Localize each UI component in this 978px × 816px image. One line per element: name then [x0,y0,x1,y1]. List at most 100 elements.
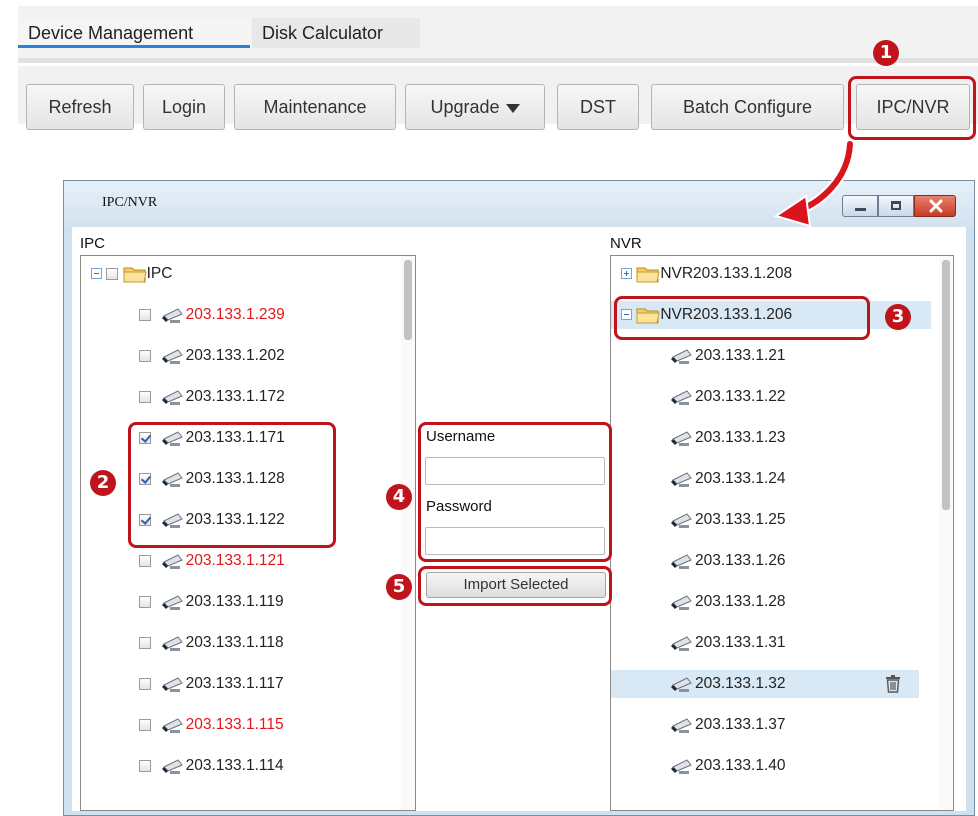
nvr-child-address: 203.133.1.23 [695,429,786,446]
ipc-list-item[interactable]: 203.133.1.121 [139,547,285,575]
folder-icon [636,265,660,283]
login-button[interactable]: Login [143,84,225,130]
nvr-label: NVR [610,235,642,252]
ipc-list-item[interactable]: 203.133.1.172 [139,383,285,411]
upgrade-label: Upgrade [430,97,500,117]
nvr-child-item[interactable]: 203.133.1.24 [611,465,919,493]
nvr-child-item[interactable]: 203.133.1.22 [611,383,919,411]
camera-icon [669,593,695,610]
dropdown-arrow-icon [505,103,520,113]
upgrade-button[interactable]: Upgrade [405,84,545,130]
camera-icon [669,388,695,405]
camera-icon [669,470,695,487]
callout-badge-4: 4 [386,484,412,510]
ipc-address: 203.133.1.117 [185,675,284,692]
ipc-list-item[interactable]: 203.133.1.119 [139,588,284,616]
checkbox[interactable] [139,554,151,567]
maintenance-button[interactable]: Maintenance [234,84,396,130]
nvr-node-label: NVR203.133.1.208 [660,265,793,282]
camera-icon [669,429,695,446]
dst-button[interactable]: DST [557,84,639,130]
ipc-address: 203.133.1.114 [185,757,284,774]
nvr-child-item[interactable]: 203.133.1.28 [611,588,919,616]
close-icon[interactable] [914,195,956,217]
callout-box-import [418,566,612,606]
callout-box-nvr-206 [614,296,870,340]
ipc-address: 203.133.1.119 [185,593,284,610]
checkbox[interactable] [139,759,151,772]
nvr-child-item[interactable]: 203.133.1.21 [611,342,919,370]
camera-icon [669,552,695,569]
nvr-child-item[interactable]: 203.133.1.37 [611,711,919,739]
ipc-address: 203.133.1.118 [185,634,284,651]
camera-icon [160,552,186,569]
camera-icon [160,306,186,323]
camera-icon [160,675,186,692]
nvr-scrollbar[interactable] [939,256,953,810]
nvr-child-item[interactable]: 203.133.1.23 [611,424,919,452]
nvr-child-address: 203.133.1.37 [695,716,786,733]
callout-badge-1: 1 [873,40,899,66]
ipc-list-item[interactable]: 203.133.1.239 [139,301,285,329]
checkbox[interactable] [139,636,151,649]
tab-disk-calculator[interactable]: Disk Calculator [252,18,420,48]
nvr-child-address: 203.133.1.21 [695,347,786,364]
nvr-child-address: 203.133.1.26 [695,552,786,569]
ipc-list-item[interactable]: 203.133.1.115 [139,711,284,739]
ipc-scrollbar[interactable] [401,256,415,810]
refresh-button[interactable]: Refresh [26,84,134,130]
batch-configure-button[interactable]: Batch Configure [651,84,844,130]
nvr-scrollbar-thumb[interactable] [942,260,950,510]
callout-badge-5: 5 [386,574,412,600]
maximize-icon[interactable] [878,195,914,217]
nvr-child-item[interactable]: 203.133.1.25 [611,506,919,534]
ipc-list-item[interactable]: 203.133.1.202 [139,342,285,370]
camera-icon [669,347,695,364]
nvr-child-item[interactable]: 203.133.1.40 [611,752,919,780]
camera-icon [669,634,695,651]
ipc-list-item[interactable]: 203.133.1.118 [139,629,284,657]
trash-icon[interactable] [885,675,901,693]
checkbox[interactable] [139,677,151,690]
nvr-node[interactable]: NVR203.133.1.208 [611,260,931,288]
nvr-child-address: 203.133.1.22 [695,388,786,405]
checkbox[interactable] [139,718,151,731]
nvr-child-item[interactable]: 203.133.1.31 [611,629,919,657]
ipc-scrollbar-thumb[interactable] [404,260,412,340]
camera-icon [160,593,186,610]
tab-device-management[interactable]: Device Management [18,18,250,48]
callout-box-ipc-nvr [848,76,976,140]
ipc-root-node[interactable]: IPC [91,260,172,288]
ipc-list-item[interactable]: 203.133.1.117 [139,670,284,698]
callout-badge-3: 3 [885,304,911,330]
nvr-child-address: 203.133.1.24 [695,470,786,487]
nvr-child-address: 203.133.1.28 [695,593,786,610]
checkbox[interactable] [139,308,151,321]
callout-box-selected-ipcs [128,422,336,548]
callout-box-credentials [418,422,612,562]
nvr-child-item[interactable]: 203.133.1.26 [611,547,919,575]
ipc-list-item[interactable]: 203.133.1.114 [139,752,284,780]
checkbox[interactable] [139,390,151,403]
camera-icon [160,634,186,651]
expand-icon[interactable] [621,268,632,280]
checkbox[interactable] [139,349,151,362]
nvr-child-item[interactable]: 203.133.1.32 [611,670,919,698]
checkbox[interactable] [139,595,151,608]
nvr-child-address: 203.133.1.31 [695,634,786,651]
ipc-address: 203.133.1.239 [185,306,285,323]
nvr-child-address: 203.133.1.32 [695,675,786,692]
ipc-address: 203.133.1.202 [185,347,285,364]
dialog-title: IPC/NVR [102,195,158,210]
camera-icon [669,675,695,692]
camera-icon [160,757,186,774]
callout-badge-2: 2 [90,470,116,496]
ipc-address: 203.133.1.115 [185,716,284,733]
camera-icon [669,716,695,733]
collapse-icon[interactable] [91,268,102,280]
camera-icon [160,716,186,733]
ipc-label: IPC [80,235,106,252]
camera-icon [669,511,695,528]
tab-underline [18,58,978,63]
checkbox[interactable] [106,267,119,280]
